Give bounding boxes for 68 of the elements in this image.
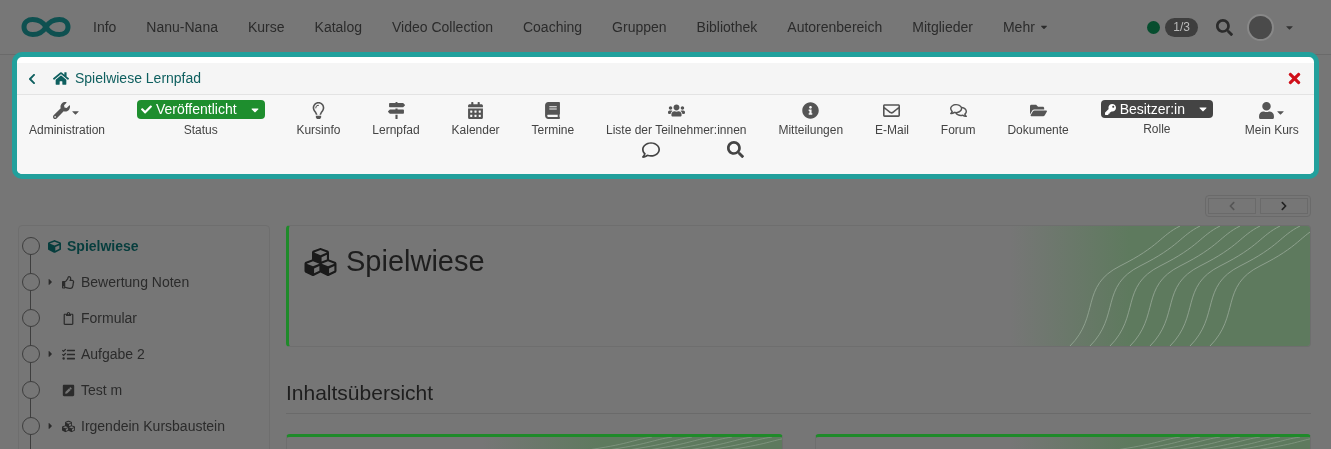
key-icon <box>1104 103 1116 115</box>
cubes-icon <box>303 245 338 278</box>
nav-link[interactable]: Info <box>93 16 117 38</box>
toolbar-label[interactable]: Mitteilungen <box>778 121 844 139</box>
cube-icon <box>48 239 61 253</box>
role-dropdown[interactable]: Besitzer:in <box>1100 100 1213 118</box>
nav-link[interactable]: Katalog <box>314 16 363 38</box>
toolbar-label[interactable]: Termine <box>531 121 575 139</box>
info-icon <box>802 102 820 119</box>
wrench-icon <box>53 102 70 119</box>
status-dropdown[interactable]: Veröffentlicht <box>136 100 265 119</box>
tree-item[interactable]: Spielwiese <box>67 235 139 257</box>
checklist-icon <box>62 347 75 361</box>
toolbar-label[interactable]: Kalender <box>451 121 500 139</box>
envelope-icon <box>883 102 901 119</box>
nav-link[interactable]: Kurse <box>247 16 285 38</box>
edit-icon <box>62 383 75 397</box>
users-icon <box>667 102 685 119</box>
toolbar-label[interactable]: Mein Kurs <box>1244 121 1299 139</box>
tree-item[interactable]: Test m <box>81 379 123 401</box>
tree-item[interactable]: Aufgabe 2 <box>81 343 145 365</box>
tree-item[interactable]: Irgendein Kursbaustein <box>81 415 225 437</box>
search-icon[interactable] <box>727 141 744 158</box>
tree-item[interactable]: Formular <box>81 307 137 329</box>
home-icon <box>53 71 69 86</box>
course-title-link[interactable]: Spielwiese Lernpfad <box>75 68 202 89</box>
thumbs-up-icon <box>62 275 75 289</box>
nav-link[interactable]: Mitglieder <box>912 16 973 38</box>
back-icon[interactable] <box>27 72 37 85</box>
toolbar-label[interactable]: Kursinfo <box>296 121 341 139</box>
clipboard-icon <box>62 311 75 325</box>
toolbar-label[interactable]: Forum <box>940 121 976 139</box>
nav-link[interactable]: Coaching <box>522 16 583 38</box>
nav-link[interactable]: Autorenbereich <box>787 16 883 38</box>
toolbar-label[interactable]: Rolle <box>1143 120 1171 138</box>
counter-badge[interactable]: 1/3 <box>1165 17 1198 37</box>
speech-bubble-icon[interactable] <box>642 141 660 159</box>
check-icon <box>140 104 152 115</box>
toolbar-label[interactable]: Status <box>183 121 218 139</box>
next-button[interactable] <box>1260 198 1308 214</box>
nav-link[interactable]: Nanu-Nana <box>146 16 218 38</box>
book-icon <box>544 102 562 119</box>
section-heading: Inhaltsübersicht <box>286 377 1311 414</box>
expand-caret-icon[interactable] <box>46 421 55 431</box>
toolbar-label[interactable]: E-Mail <box>875 121 909 139</box>
infinity-logo[interactable] <box>20 14 72 40</box>
close-icon[interactable] <box>1287 70 1302 87</box>
avatar[interactable] <box>1247 13 1274 41</box>
expand-caret-icon[interactable] <box>46 277 55 287</box>
calendar-icon <box>467 102 485 119</box>
tree-item[interactable]: Bewertung Noten <box>81 271 190 293</box>
toolbar-label[interactable]: Liste der Teilnehmer:innen <box>606 121 747 139</box>
nav-link[interactable]: Video Collection <box>392 16 493 38</box>
toolbar-label[interactable]: Dokumente <box>1007 121 1069 139</box>
speech-bubbles-icon <box>949 102 967 119</box>
folder-icon <box>1029 102 1047 119</box>
nav-link[interactable]: Gruppen <box>612 16 667 38</box>
toolbar-label[interactable]: Administration <box>29 121 106 139</box>
chevron-right-icon <box>1280 201 1288 211</box>
expand-caret-icon[interactable] <box>46 349 55 359</box>
toolbar-label[interactable]: Lernpfad <box>372 121 420 139</box>
more-menu[interactable]: Mehr <box>1002 16 1049 38</box>
signpost-icon <box>387 102 405 119</box>
page-title: Spielwiese <box>346 244 485 279</box>
nav-link[interactable]: Bibliothek <box>696 16 758 38</box>
cubes-icon <box>62 419 75 433</box>
chevron-left-icon <box>1228 201 1236 211</box>
user-icon <box>1257 102 1275 119</box>
